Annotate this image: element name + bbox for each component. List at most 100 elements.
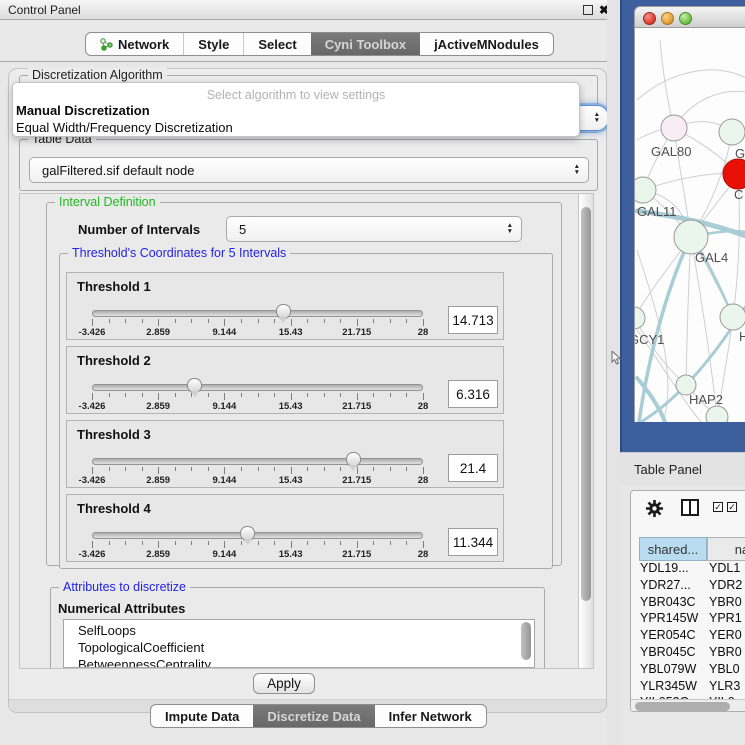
bottom-tab-infer-network[interactable]: Infer Network xyxy=(375,705,486,727)
table-row[interactable]: YBL079WYBL0 xyxy=(631,662,745,679)
table-data-combobox[interactable]: galFiltered.sif default node ▲▼ xyxy=(29,157,589,183)
tick-mark xyxy=(390,541,391,545)
close-traffic-light-icon[interactable] xyxy=(643,12,656,25)
threshold-value-field[interactable]: 11.344 xyxy=(448,528,498,556)
split-columns-icon[interactable] xyxy=(681,499,699,516)
threshold-label: Threshold 1 xyxy=(77,279,151,294)
slider-ticks xyxy=(92,319,423,327)
threshold-panel: Threshold 3-3.4262.8599.14415.4321.71528… xyxy=(66,420,504,488)
threshold-slider-track[interactable] xyxy=(92,384,423,391)
cell-name: YBR0 xyxy=(709,595,742,609)
number-of-intervals-combobox[interactable]: 5 ▲▼ xyxy=(226,216,522,242)
table-header-row: shared...na xyxy=(631,537,745,561)
tab-style[interactable]: Style xyxy=(183,33,243,55)
tick-mark xyxy=(125,393,126,397)
tick-mark xyxy=(274,393,275,397)
menu-item-equal-width-frequency-discretization[interactable]: Equal Width/Frequency Discretization xyxy=(16,120,233,135)
table-row[interactable]: YER054CYER0 xyxy=(631,628,745,645)
table-row[interactable]: YDR27...YDR2 xyxy=(631,578,745,595)
tick-mark xyxy=(324,467,325,471)
tick-mark xyxy=(423,467,424,474)
menu-item-manual-discretization[interactable]: Manual Discretization xyxy=(16,103,150,118)
list-item[interactable]: BetweennessCentrality xyxy=(78,657,211,668)
combo-arrows-icon: ▲▼ xyxy=(507,223,513,235)
threshold-slider-track[interactable] xyxy=(92,532,423,539)
cell-shared-name: YLR345W xyxy=(640,679,697,693)
network-window-titlebar[interactable] xyxy=(634,6,745,28)
tick-mark xyxy=(142,541,143,545)
tick-label: 21.715 xyxy=(342,401,371,412)
tick-mark xyxy=(158,467,159,474)
scrollbar-thumb[interactable] xyxy=(635,702,730,711)
threshold-value-field[interactable]: 14.713 xyxy=(448,306,498,334)
network-edge xyxy=(637,70,745,100)
tab-network[interactable]: Network xyxy=(86,33,183,55)
threshold-slider-thumb[interactable] xyxy=(187,378,202,393)
tick-mark xyxy=(142,319,143,323)
tab-label: Select xyxy=(258,37,296,52)
screenshot-stage: Control Panel ✖ NetworkStyleSelectCyni T… xyxy=(0,0,745,745)
scrollbar-thumb[interactable] xyxy=(581,207,591,601)
table-panel-title: Table Panel xyxy=(634,462,702,477)
table-row[interactable]: YBR043CYBR0 xyxy=(631,595,745,612)
threshold-value-field[interactable]: 21.4 xyxy=(448,454,498,482)
numerical-attributes-list[interactable]: SelfLoops TopologicalCoefficient Betweenne… xyxy=(63,619,535,668)
network-node[interactable] xyxy=(720,304,745,330)
tick-mark xyxy=(241,541,242,545)
tick-mark xyxy=(224,393,225,400)
tick-label: 9.144 xyxy=(213,327,237,338)
minimize-traffic-light-icon[interactable] xyxy=(661,12,674,25)
network-node[interactable] xyxy=(723,159,745,189)
settings-vertical-scrollbar[interactable] xyxy=(578,194,593,668)
network-node[interactable] xyxy=(635,177,656,203)
apply-button[interactable]: Apply xyxy=(253,673,315,694)
table-horizontal-scrollbar[interactable] xyxy=(631,699,745,712)
table-row[interactable]: YBR045CYBR0 xyxy=(631,645,745,662)
list-item[interactable]: SelfLoops xyxy=(78,623,136,638)
network-node[interactable] xyxy=(719,119,745,145)
tick-mark xyxy=(175,393,176,397)
tick-mark xyxy=(357,319,358,326)
table-row[interactable]: YDL19...YDL1 xyxy=(631,561,745,578)
tick-mark xyxy=(406,393,407,397)
threshold-slider-track[interactable] xyxy=(92,310,423,317)
column-header-shared-name[interactable]: shared... xyxy=(639,537,707,561)
tab-select[interactable]: Select xyxy=(243,33,310,55)
checkbox-icon[interactable]: ✓ xyxy=(727,502,737,512)
float-window-icon[interactable] xyxy=(583,5,593,15)
bottom-tab-discretize-data[interactable]: Discretize Data xyxy=(253,705,374,727)
threshold-slider-track[interactable] xyxy=(92,458,423,465)
network-node[interactable] xyxy=(674,220,708,254)
tab-label: jActiveMNodules xyxy=(434,37,539,52)
network-node[interactable] xyxy=(706,406,728,422)
table-row[interactable]: YLR345WYLR3 xyxy=(631,679,745,696)
zoom-traffic-light-icon[interactable] xyxy=(679,12,692,25)
list-item[interactable]: TopologicalCoefficient xyxy=(78,640,204,655)
tick-mark xyxy=(340,541,341,545)
panel-divider[interactable] xyxy=(607,0,620,745)
column-header-name[interactable]: na xyxy=(707,537,745,561)
tick-mark xyxy=(340,467,341,471)
threshold-slider-thumb[interactable] xyxy=(240,526,255,541)
network-node[interactable] xyxy=(635,307,645,329)
bottom-tab-impute-data[interactable]: Impute Data xyxy=(151,705,253,727)
network-view-canvas[interactable]: GAL80GALCGAL11GAL4GCY1HHAP2 xyxy=(634,28,745,422)
tick-mark xyxy=(191,541,192,545)
tab-cyni-toolbox[interactable]: Cyni Toolbox xyxy=(311,33,420,55)
attributes-list-scrollbar[interactable] xyxy=(521,622,532,667)
tab-jactivemnodules[interactable]: jActiveMNodules xyxy=(420,33,553,55)
scrollbar-thumb[interactable] xyxy=(521,622,531,660)
network-node[interactable] xyxy=(661,115,687,141)
table-row[interactable]: YPR145WYPR1 xyxy=(631,611,745,628)
tick-mark xyxy=(357,541,358,548)
apply-button-label: Apply xyxy=(267,676,301,691)
checkbox-icon[interactable]: ✓ xyxy=(713,502,723,512)
threshold-slider-thumb[interactable] xyxy=(346,452,361,467)
tick-mark xyxy=(191,319,192,323)
tick-label: 9.144 xyxy=(213,475,237,486)
threshold-slider-thumb[interactable] xyxy=(276,304,291,319)
tick-label: 2.859 xyxy=(146,475,170,486)
gear-icon[interactable] xyxy=(645,499,664,518)
tick-mark xyxy=(224,541,225,548)
threshold-value-field[interactable]: 6.316 xyxy=(448,380,498,408)
